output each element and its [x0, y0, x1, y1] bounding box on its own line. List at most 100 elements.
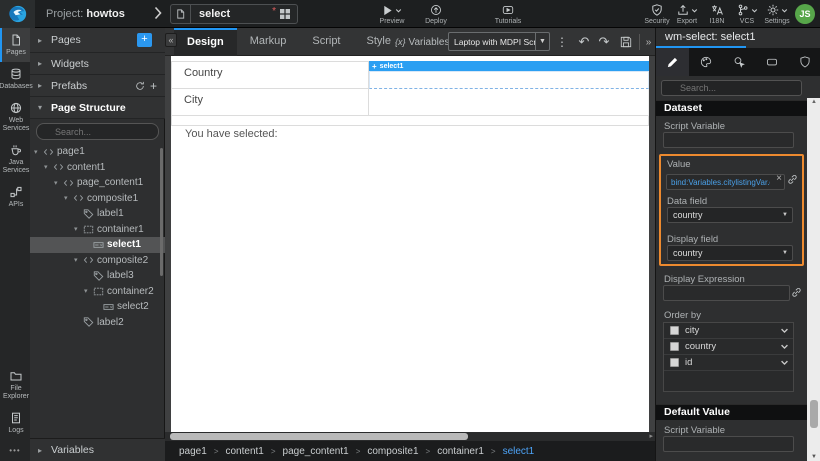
section-pages[interactable]: ▸ Pages + «	[30, 28, 177, 53]
deploy-button[interactable]: Deploy	[414, 0, 458, 28]
tab-device[interactable]	[755, 48, 788, 76]
user-avatar[interactable]: JS	[795, 4, 815, 24]
section-page-structure[interactable]: ▾ Page Structure	[30, 97, 165, 119]
default-script-variable-input[interactable]	[663, 436, 794, 452]
breadcrumb-item-container1[interactable]: container1	[437, 446, 484, 457]
section-prefabs-label: Prefabs	[51, 79, 88, 92]
clear-binding-icon[interactable]: ×	[776, 173, 782, 184]
select1-widget-area[interactable]	[369, 71, 649, 89]
tree-item-label1[interactable]: ▾label1	[30, 206, 165, 222]
tree-search-input[interactable]	[36, 123, 159, 140]
tab-security[interactable]	[788, 48, 820, 76]
tab-design[interactable]: Design	[174, 28, 237, 56]
tab-events[interactable]	[722, 48, 755, 76]
vcs-button[interactable]: VCS	[732, 0, 762, 28]
add-page-button[interactable]: +	[137, 33, 152, 47]
rail-overflow-button[interactable]: •••	[0, 440, 30, 461]
orderby-row-country[interactable]: country	[664, 339, 793, 355]
select2-widget-area[interactable]	[369, 89, 649, 116]
preview-button[interactable]: Preview	[370, 0, 414, 28]
value-input[interactable]	[666, 174, 785, 190]
rail-item-apis[interactable]: APIs	[0, 180, 30, 214]
redo-button[interactable]: ↷	[595, 28, 613, 56]
tree-item-label: composite2	[97, 254, 149, 266]
add-prefab-button[interactable]: +	[150, 80, 157, 92]
breadcrumb-item-select1[interactable]: select1	[503, 446, 535, 457]
horizontal-scrollbar[interactable]: ▸	[165, 432, 655, 441]
rail-item-java-services[interactable]: Java Services	[0, 138, 30, 180]
display-field-select[interactable]: country ▼	[667, 245, 793, 261]
tab-markup[interactable]: Markup	[237, 28, 300, 56]
tree-scrollbar-thumb[interactable]	[160, 148, 163, 276]
tutorials-button[interactable]: Tutorials	[486, 0, 530, 28]
breadcrumb-item-content1[interactable]: content1	[225, 446, 263, 457]
tab-styles[interactable]	[689, 48, 722, 76]
undo-button[interactable]: ↶	[575, 28, 593, 56]
tree-item-label2[interactable]: ▾label2	[30, 315, 165, 331]
select1-widget[interactable]: + select1	[369, 61, 649, 89]
tree-item-container1[interactable]: ▾ container1	[30, 222, 165, 238]
vertical-scrollbar[interactable]: ▲ ▼	[807, 98, 820, 461]
rail-item-file-explorer[interactable]: File Explorer	[0, 364, 30, 406]
checkbox[interactable]	[670, 342, 679, 351]
selected-widget-tag[interactable]: + select1	[369, 61, 649, 71]
settings-button[interactable]: Settings	[762, 0, 792, 28]
label2-widget[interactable]: You have selected:	[185, 128, 278, 140]
rail-item-databases[interactable]: Databases	[0, 62, 33, 96]
tab-properties[interactable]	[656, 48, 689, 76]
page-file-icon	[171, 5, 191, 23]
caret-down-icon: ▼	[782, 212, 788, 218]
display-expression-input[interactable]	[663, 284, 790, 301]
collapse-panel-button[interactable]: «	[165, 33, 177, 47]
tree-item-page_content1[interactable]: ▾ page_content1	[30, 175, 165, 191]
bind-link-icon[interactable]	[785, 174, 799, 185]
tree-item-label3[interactable]: ▾label3	[30, 268, 165, 284]
toolbar-divider	[639, 34, 640, 50]
orderby-row-city[interactable]: city	[664, 323, 793, 339]
city-label-cell[interactable]: City	[171, 89, 369, 116]
tree-item-container2[interactable]: ▾ container2	[30, 284, 165, 300]
script-variable-input[interactable]	[663, 132, 794, 148]
left-panel: ▸ Pages + « ▸ Widgets ▸ Prefabs + ▾ Page…	[30, 28, 177, 461]
device-selector[interactable]: Laptop with MDPI Screen ▼	[448, 32, 550, 51]
data-field-select[interactable]: country ▼	[667, 207, 793, 223]
page-selector[interactable]: select *	[170, 4, 298, 24]
tree-item-select2[interactable]: ▾select2	[30, 299, 165, 315]
refresh-icon[interactable]	[135, 81, 145, 91]
rail-item-web-services[interactable]: Web Services	[0, 96, 30, 138]
scroll-down-icon[interactable]: ▼	[807, 454, 820, 460]
tree-item-page1[interactable]: ▾ page1	[30, 144, 165, 160]
horizontal-scrollbar-thumb[interactable]	[170, 433, 468, 440]
security-button[interactable]: Security	[642, 0, 672, 28]
orderby-row-id[interactable]: id	[664, 355, 793, 371]
rail-item-pages[interactable]: Pages	[0, 28, 30, 62]
wavemaker-logo[interactable]	[0, 0, 35, 28]
section-variables[interactable]: ▸ Variables	[30, 438, 165, 461]
rail-item-logs[interactable]: Logs	[0, 406, 30, 440]
tree-item-content1[interactable]: ▾ content1	[30, 160, 165, 176]
i18n-button[interactable]: I18N	[702, 0, 732, 28]
vertical-scrollbar-thumb[interactable]	[810, 400, 818, 428]
properties-search-input[interactable]	[661, 80, 802, 96]
section-widgets[interactable]: ▸ Widgets	[30, 53, 165, 75]
more-options-button[interactable]: ⋮	[555, 28, 569, 56]
chevron-double-right-icon[interactable]: »	[642, 28, 655, 56]
breadcrumb-item-page_content1[interactable]: page_content1	[283, 446, 349, 457]
breadcrumb-item-page1[interactable]: page1	[179, 446, 207, 457]
save-button[interactable]	[617, 28, 635, 56]
tab-script[interactable]: Script	[299, 28, 353, 56]
scroll-right-icon[interactable]: ▸	[649, 432, 653, 441]
tree-item-composite1[interactable]: ▾ composite1	[30, 191, 165, 207]
section-prefabs[interactable]: ▸ Prefabs +	[30, 75, 165, 97]
tree-item-composite2[interactable]: ▾ composite2	[30, 253, 165, 269]
breadcrumb-separator: >	[355, 446, 361, 456]
form-footer-row[interactable]	[171, 116, 649, 126]
checkbox[interactable]	[670, 326, 679, 335]
checkbox[interactable]	[670, 358, 679, 367]
scroll-up-icon[interactable]: ▲	[807, 99, 820, 105]
bind-link-icon[interactable]	[790, 287, 803, 298]
tree-item-select1[interactable]: ▾select1	[30, 237, 165, 253]
export-button[interactable]: Export	[672, 0, 702, 28]
breadcrumb-item-composite1[interactable]: composite1	[367, 446, 418, 457]
country-label-cell[interactable]: Country	[171, 61, 369, 89]
